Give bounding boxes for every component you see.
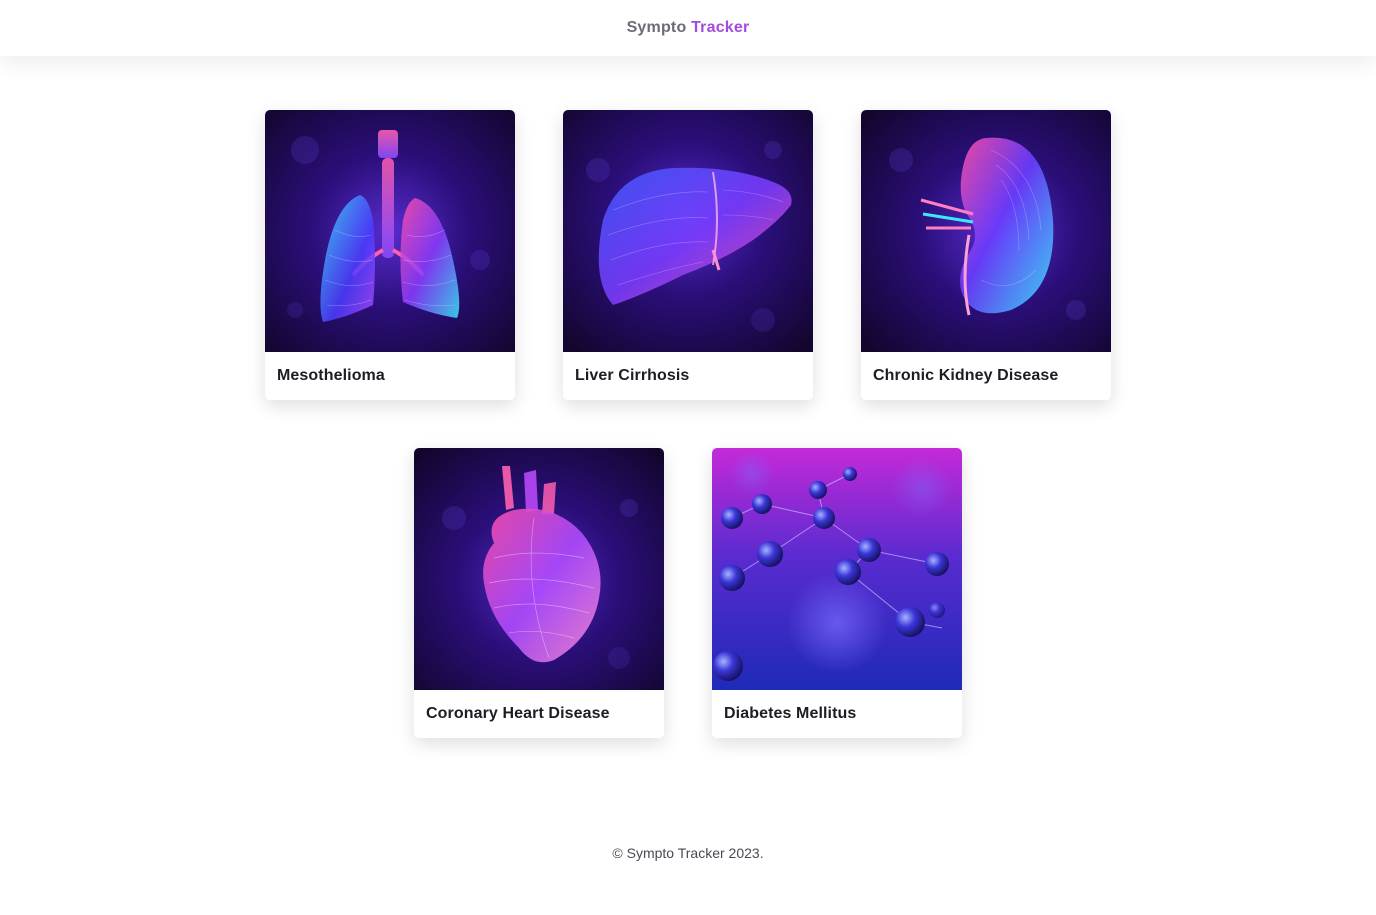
card-title: Chronic Kidney Disease <box>873 367 1059 384</box>
card-title: Mesothelioma <box>277 367 385 384</box>
card-title: Liver Cirrhosis <box>575 367 690 384</box>
disease-card-diabetes-mellitus[interactable]: Diabetes Mellitus <box>712 448 962 738</box>
brand-logo[interactable]: Sympto Tracker <box>627 19 750 37</box>
molecules-illustration <box>712 448 962 690</box>
disease-card-liver-cirrhosis[interactable]: Liver Cirrhosis <box>563 110 813 400</box>
lungs-illustration <box>265 110 515 352</box>
disease-card-chronic-kidney-disease[interactable]: Chronic Kidney Disease <box>861 110 1111 400</box>
liver-illustration <box>563 110 813 352</box>
heart-illustration <box>414 448 664 690</box>
brand-name-part1: Sympto <box>626 19 687 36</box>
card-title: Diabetes Mellitus <box>724 705 857 722</box>
kidney-illustration <box>861 110 1111 352</box>
brand-name-part2: Tracker <box>691 19 750 36</box>
disease-card-mesothelioma[interactable]: Mesothelioma <box>265 110 515 400</box>
top-header: Sympto Tracker <box>0 0 1376 56</box>
footer-copyright: © Sympto Tracker 2023. <box>612 845 764 861</box>
card-title: Coronary Heart Disease <box>426 705 610 722</box>
disease-card-coronary-heart-disease[interactable]: Coronary Heart Disease <box>414 448 664 738</box>
